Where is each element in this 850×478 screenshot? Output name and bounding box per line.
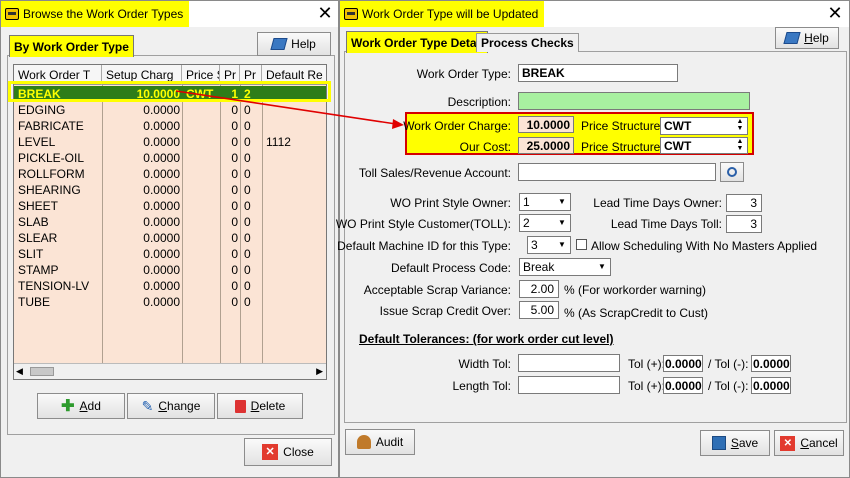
arrow-line xyxy=(175,90,397,125)
arrow-head xyxy=(392,119,404,129)
red-arrow-annotation xyxy=(175,90,404,129)
